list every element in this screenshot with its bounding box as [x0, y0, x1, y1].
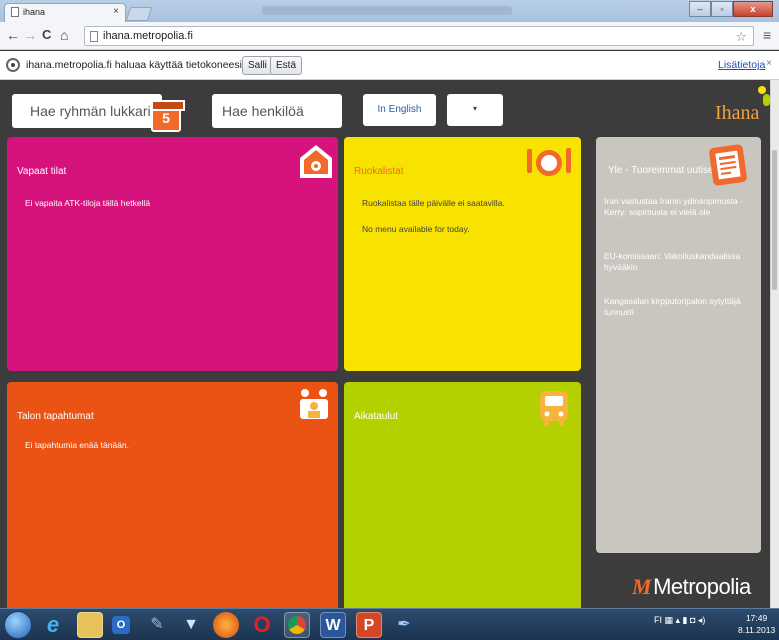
clock-date: 8.11.2013 — [738, 625, 776, 635]
news-item[interactable]: Kangasalan kirpputoripalon sytyttäjä tun… — [604, 296, 752, 318]
people-icon — [300, 389, 328, 419]
home-icon[interactable]: ⌂ — [60, 27, 68, 43]
forward-arrow-icon[interactable]: → — [23, 27, 37, 43]
outlook-icon[interactable]: O — [112, 616, 130, 634]
url-text: ihana.metropolia.fi — [103, 30, 193, 42]
group-search-input[interactable]: Hae ryhmän lukkaria — [12, 94, 162, 128]
chrome-menu-icon[interactable]: ≡ — [763, 27, 771, 43]
minimize-button[interactable]: – — [689, 1, 711, 17]
tile-text: Ei tapahtumia enää tänään. — [25, 440, 129, 450]
page-icon — [90, 31, 98, 42]
news-title: Yle - Tuoreimmat uutiset — [608, 165, 717, 176]
taskbar-clock[interactable]: 17:49 8.11.2013 — [738, 612, 775, 636]
tile-events[interactable]: Talon tapahtumat Ei tapahtumia enää tänä… — [7, 382, 338, 608]
newspaper-icon — [709, 144, 747, 186]
network-icon[interactable]: ▼ — [178, 612, 204, 638]
news-item[interactable]: Iran vastustaa Iranin ydinsopimusta - Ke… — [604, 196, 752, 218]
tab-title: ihana — [23, 7, 46, 17]
tile-schedules[interactable]: Aikataulut — [344, 382, 581, 608]
tile-title: Aikataulut — [354, 411, 398, 422]
page-icon — [11, 7, 19, 17]
word-icon[interactable]: W — [320, 612, 346, 638]
news-item[interactable]: EU-komissaari: Vakoiluskandaalissa hyvää… — [604, 251, 752, 273]
tile-title: Vapaat tilat — [17, 166, 67, 177]
house-icon — [300, 145, 332, 178]
ihana-logo: Ihana — [715, 102, 760, 124]
tile-free-rooms[interactable]: Vapaat tilat Ei vapaita ATK-tiloja tällä… — [7, 137, 338, 371]
close-window-button[interactable]: x — [733, 1, 773, 17]
address-bar[interactable]: ihana.metropolia.fi ☆ — [84, 26, 754, 46]
new-tab-button[interactable] — [125, 7, 153, 21]
ihana-app: Hae ryhmän lukkaria 5 Hae henkilöä In En… — [0, 80, 770, 608]
window-title — [262, 6, 512, 15]
window-titlebar: ihana × – ▫ x — [0, 0, 779, 22]
firefox-icon[interactable] — [213, 612, 239, 638]
opera-icon[interactable]: O — [249, 612, 275, 638]
windows-start-icon[interactable] — [4, 611, 32, 639]
window-controls: – ▫ x — [689, 1, 773, 17]
plate-cutlery-icon — [527, 148, 571, 176]
browser-tab[interactable]: ihana × — [4, 3, 126, 22]
system-tray[interactable]: FI ▦ ▴ ▮ ◘ ◂) — [654, 615, 705, 626]
browser-toolbar: ← → C ⌂ ihana.metropolia.fi ☆ ≡ — [0, 22, 779, 50]
reload-icon[interactable]: C — [42, 27, 51, 42]
geolocation-infobar: ihana.metropolia.fi haluaa käyttää tieto… — [0, 51, 779, 80]
location-icon — [6, 58, 20, 72]
dropdown-button[interactable]: ▾ — [447, 94, 503, 126]
calendar-icon[interactable]: 5 — [151, 100, 185, 132]
tile-news[interactable]: Yle - Tuoreimmat uutiset Iran vastustaa … — [596, 137, 761, 553]
scrollbar-thumb[interactable] — [772, 150, 777, 290]
language-button[interactable]: In English — [363, 94, 436, 126]
metropolia-name: Metropolia — [653, 574, 751, 599]
tile-menus[interactable]: Ruokalistat Ruokalistaa tälle päivälle e… — [344, 137, 581, 371]
powerpoint-icon[interactable]: P — [356, 612, 382, 638]
bookmark-star-icon[interactable]: ☆ — [735, 29, 747, 45]
bus-icon — [540, 391, 568, 426]
back-arrow-icon[interactable]: ← — [6, 27, 20, 43]
tile-title: Ruokalistat — [354, 166, 404, 177]
logo-dot — [758, 86, 766, 94]
tile-text: Ei vapaita ATK-tiloja tällä hetkellä — [25, 198, 151, 208]
internet-explorer-icon[interactable]: e — [40, 612, 66, 638]
windows-taskbar: e O ✎ ▼ O W P ✒ FI ▦ ▴ ▮ ◘ ◂) 17:49 8.11.… — [0, 608, 779, 640]
metropolia-mark-icon: M — [632, 574, 652, 599]
deny-button[interactable]: Estä — [270, 56, 303, 75]
tab-close-icon[interactable]: × — [113, 6, 119, 17]
logo-dot — [763, 94, 770, 106]
tile-text: No menu available for today. — [362, 224, 470, 234]
tile-title: Talon tapahtumat — [17, 411, 94, 422]
maximize-button[interactable]: ▫ — [711, 1, 733, 17]
pen-icon[interactable]: ✒ — [391, 612, 417, 638]
metropolia-logo: MMetropolia — [632, 574, 751, 600]
person-search-input[interactable]: Hae henkilöä — [212, 94, 342, 128]
more-info-link[interactable]: Lisätietoja — [718, 59, 765, 71]
tray-language: FI — [654, 615, 662, 625]
infobar-close-icon[interactable]: × — [766, 58, 772, 69]
tile-text: Ruokalistaa tälle päivälle ei saatavilla… — [362, 198, 505, 208]
tool-icon[interactable]: ✎ — [144, 612, 170, 638]
chrome-icon[interactable] — [284, 612, 310, 638]
allow-button[interactable]: Salli — [242, 56, 273, 75]
clock-time: 17:49 — [745, 613, 768, 623]
file-explorer-icon[interactable] — [77, 612, 103, 638]
